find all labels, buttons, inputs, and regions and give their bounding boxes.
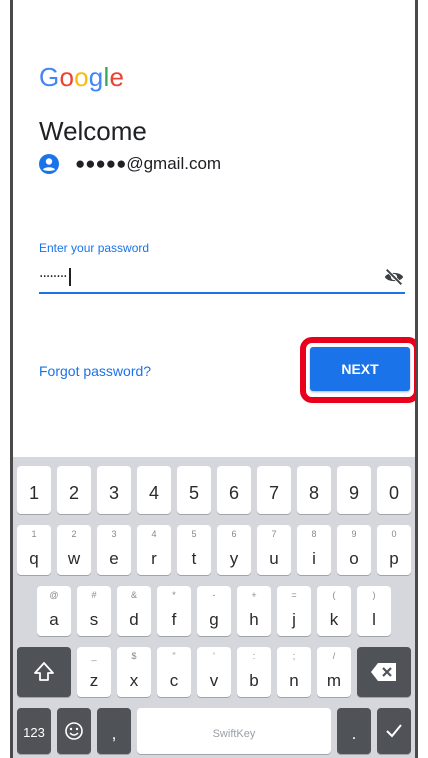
forgot-password-link[interactable]: Forgot password?	[39, 363, 151, 379]
key-3[interactable]: 3	[97, 466, 131, 514]
space-bar[interactable]: SwiftKey	[137, 708, 331, 754]
comma-key[interactable]: ,	[97, 708, 131, 754]
visibility-off-icon[interactable]	[383, 266, 405, 288]
key-7[interactable]: 7	[257, 466, 291, 514]
backspace-key[interactable]	[357, 647, 411, 697]
next-button[interactable]: NEXT	[310, 347, 410, 391]
account-avatar-icon	[39, 154, 59, 174]
key-b[interactable]: :b	[237, 647, 271, 697]
key-0[interactable]: 0	[377, 466, 411, 514]
enter-check-icon	[386, 724, 402, 738]
phone-frame: Google Welcome ●●●●●@gmail.com Enter you…	[10, 0, 418, 758]
key-r[interactable]: 4r	[137, 525, 171, 575]
backspace-icon	[371, 663, 396, 681]
password-label: Enter your password	[39, 241, 150, 255]
on-screen-keyboard: 1 2 3 4 5 6 7 8 9 0 1q 2w 3e 4r 5t 6y 7u…	[13, 457, 415, 758]
key-a[interactable]: @ a	[37, 586, 71, 636]
shift-icon	[34, 662, 54, 681]
password-input[interactable]: ········	[39, 262, 405, 294]
key-c[interactable]: " c	[157, 647, 191, 697]
key-f[interactable]: * f	[157, 586, 191, 636]
logo-letter: o	[59, 62, 75, 92]
key-n[interactable]: ; n	[277, 647, 311, 697]
key-1[interactable]: 1	[17, 466, 51, 514]
account-email: ●●●●●@gmail.com	[75, 154, 222, 173]
key-d[interactable]: & d	[117, 586, 151, 636]
page-title: Welcome	[39, 116, 147, 146]
logo-letter: e	[109, 62, 125, 92]
emoji-icon	[65, 722, 83, 740]
key-j[interactable]: = j	[277, 586, 311, 636]
key-u[interactable]: 7u	[257, 525, 291, 575]
key-8[interactable]: 8	[297, 466, 331, 514]
key-w[interactable]: 2w	[57, 525, 91, 575]
key-i[interactable]: 8i	[297, 525, 331, 575]
key-z[interactable]: _ z	[77, 647, 111, 697]
key-k[interactable]: (k	[317, 586, 351, 636]
key-h[interactable]: + h	[237, 586, 271, 636]
google-logo: Google	[39, 62, 124, 93]
logo-letter: g	[88, 62, 104, 92]
enter-key[interactable]	[377, 708, 411, 754]
key-o[interactable]: 9o	[337, 525, 371, 575]
symbols-key[interactable]: 123	[17, 708, 51, 754]
key-e[interactable]: 3e	[97, 525, 131, 575]
key-s[interactable]: # s	[77, 586, 111, 636]
key-x[interactable]: $ x	[117, 647, 151, 697]
key-5[interactable]: 5	[177, 466, 211, 514]
shift-key[interactable]	[17, 647, 71, 697]
key-9[interactable]: 9	[337, 466, 371, 514]
key-g[interactable]: -g	[197, 586, 231, 636]
key-v[interactable]: ' v	[197, 647, 231, 697]
key-4[interactable]: 4	[137, 466, 171, 514]
key-y[interactable]: 6y	[217, 525, 251, 575]
key-t[interactable]: 5t	[177, 525, 211, 575]
key-p[interactable]: 0p	[377, 525, 411, 575]
screen: Google Welcome ●●●●●@gmail.com Enter you…	[13, 0, 415, 758]
text-caret	[68, 268, 71, 286]
key-2[interactable]: 2	[57, 466, 91, 514]
logo-letter: o	[74, 62, 89, 92]
emoji-key[interactable]	[57, 708, 91, 754]
account-chip[interactable]: ●●●●●@gmail.com	[39, 152, 221, 176]
period-key[interactable]: .	[337, 708, 371, 754]
key-6[interactable]: 6	[217, 466, 251, 514]
password-value: ········	[39, 268, 71, 286]
key-m[interactable]: / m	[317, 647, 351, 697]
logo-letter: G	[39, 62, 60, 92]
key-q[interactable]: 1q	[17, 525, 51, 575]
key-l[interactable]: ) l	[357, 586, 391, 636]
